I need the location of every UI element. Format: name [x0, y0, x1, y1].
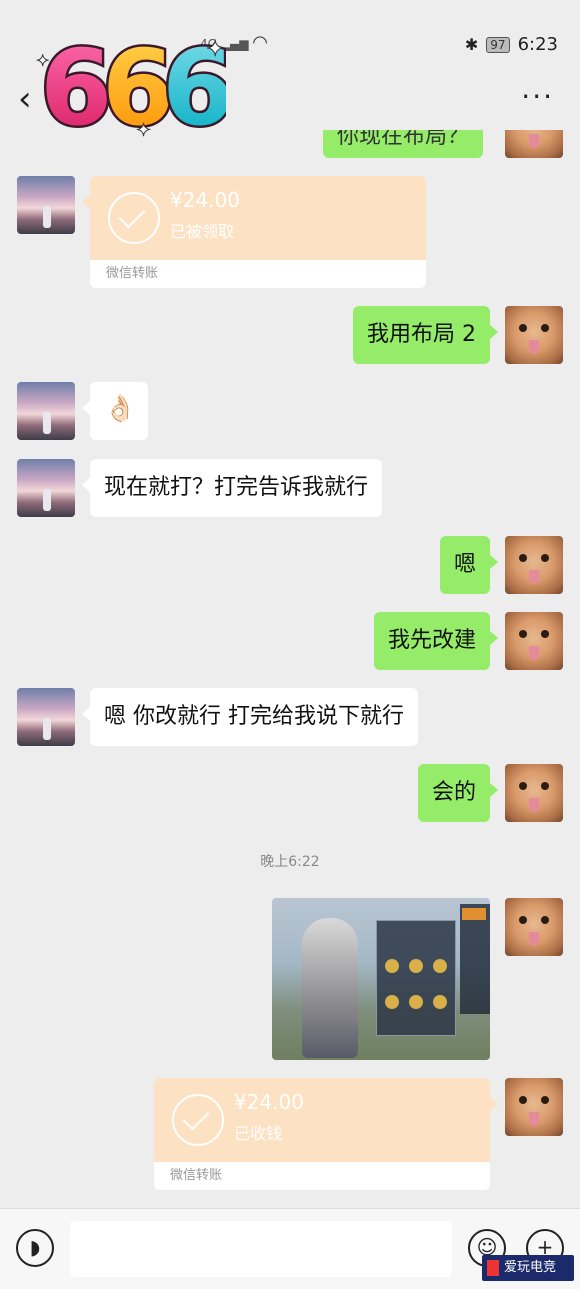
message-bubble-other[interactable]: 现在就打？打完告诉我就行: [81, 459, 383, 517]
sticker-666-logo: 6 6 6 ✦ ✦ ✦: [36, 25, 226, 147]
transfer-status: 已被领取: [170, 222, 235, 241]
game-side-menu: [460, 904, 490, 1014]
transfer-card[interactable]: ¥24.00 已收钱 微信转账: [154, 1078, 498, 1190]
input-bar: ◗ ☺ + 爱玩电竞: [0, 1208, 580, 1289]
voice-button[interactable]: ◗: [16, 1229, 54, 1267]
message-bubble-self[interactable]: 会的: [417, 764, 499, 822]
avatar-other[interactable]: [17, 459, 75, 517]
svg-text:✦: ✦: [36, 51, 49, 70]
message-text: 现在就打？打完告诉我就行: [104, 475, 369, 500]
transfer-footer: 微信转账: [90, 260, 426, 288]
avatar-self[interactable]: [505, 898, 563, 956]
transfer-card-body: ¥24.00 已被领取: [82, 176, 426, 260]
medal-icon: [433, 995, 447, 1009]
avatar-self[interactable]: [505, 536, 563, 594]
avatar-other[interactable]: [17, 688, 75, 746]
message-bubble-self[interactable]: 嗯: [439, 536, 499, 594]
game-character: [302, 918, 358, 1058]
avatar-other[interactable]: [17, 176, 75, 234]
avatar-self[interactable]: [505, 764, 563, 822]
transfer-amount: ¥24.00: [170, 188, 240, 212]
message-bubble-self[interactable]: 我先改建: [373, 612, 499, 670]
svg-text:✦: ✦: [136, 120, 151, 141]
avatar-self[interactable]: [505, 612, 563, 670]
message-text: 我用布局 2: [367, 322, 476, 347]
message-text: 我先改建: [387, 628, 476, 653]
watermark: 爱玩电竞: [482, 1255, 574, 1281]
transfer-status: 已收钱: [234, 1124, 283, 1143]
message-text: 会的: [431, 780, 476, 805]
game-stats-panel: [376, 920, 456, 1036]
transfer-card-body: ¥24.00 已收钱: [154, 1078, 498, 1162]
image-message[interactable]: [272, 898, 490, 1060]
avatar-other[interactable]: [17, 382, 75, 440]
timestamp: 晚上6:22: [260, 854, 320, 870]
ok-hand-emoji: 👌🏻: [104, 394, 137, 424]
medal-icon: [385, 959, 399, 973]
message-bubble-other[interactable]: 👌🏻: [82, 382, 148, 440]
message-text: 嗯 你改就行 打完给我说下就行: [104, 704, 404, 729]
medal-icon: [433, 959, 447, 973]
medal-icon: [409, 995, 423, 1009]
avatar-self[interactable]: [505, 1078, 563, 1136]
message-bubble-self[interactable]: 我用布局 2: [353, 306, 498, 364]
voice-icon: ◗: [29, 1235, 41, 1259]
message-bubble-other[interactable]: 嗯 你改就行 打完给我说下就行: [82, 688, 418, 746]
medal-icon: [385, 995, 399, 1009]
check-circle-icon: [108, 192, 160, 244]
svg-text:✦: ✦: [206, 37, 224, 62]
transfer-amount: ¥24.00: [234, 1090, 304, 1114]
message-input[interactable]: [70, 1221, 452, 1277]
message-text: 嗯: [453, 552, 476, 577]
medal-icon: [409, 959, 423, 973]
check-circle-icon: [172, 1094, 224, 1146]
transfer-card[interactable]: ¥24.00 已被领取 微信转账: [82, 176, 426, 288]
transfer-footer: 微信转账: [154, 1162, 490, 1190]
avatar-self[interactable]: [505, 306, 563, 364]
